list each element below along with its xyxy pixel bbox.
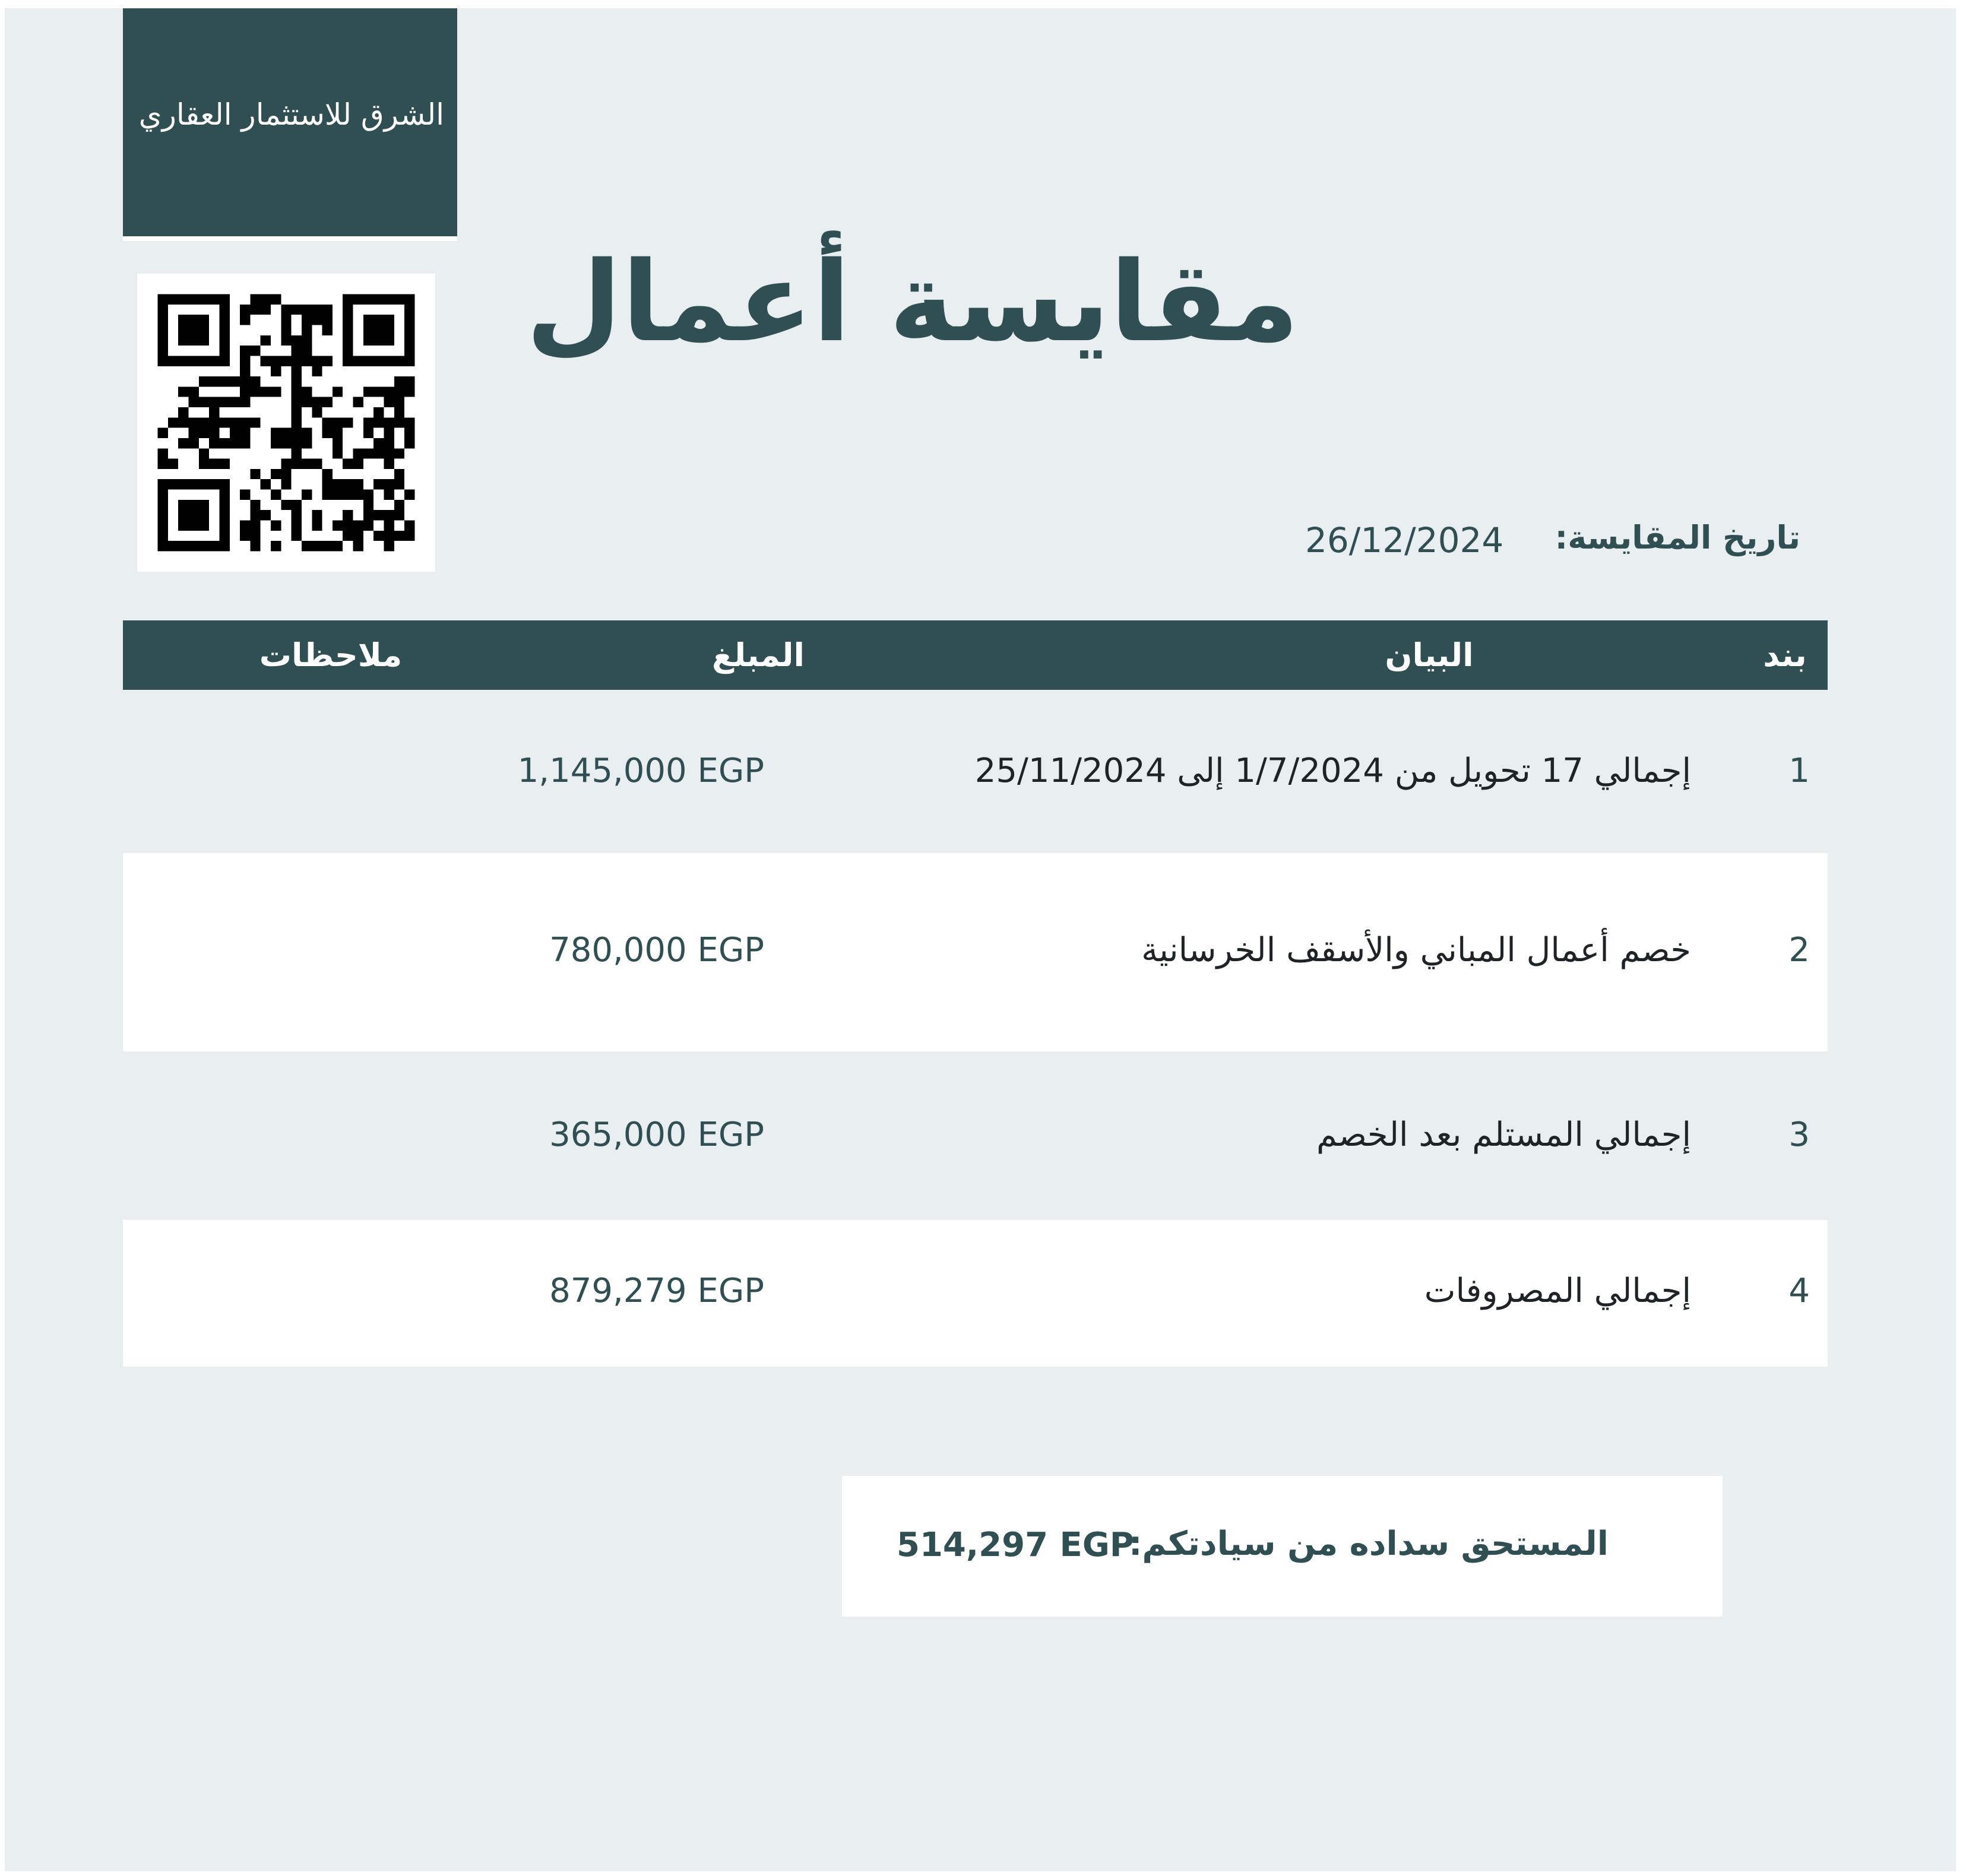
table-row: 2 خصم أعمال المباني والأسقف الخرسانية 78… xyxy=(123,853,1828,1051)
table-row: 4 إجمالي المصروفات 879,279 EGP xyxy=(123,1220,1828,1367)
document-sheet: الشرق للاستثمار العقاري مقايسة أعمال تار… xyxy=(5,8,1956,1871)
row-amount: 879,279 EGP xyxy=(549,1272,764,1310)
row-description: إجمالي 17 تحويل من 1/7/2024 إلى 25/11/20… xyxy=(974,752,1691,790)
row-description: خصم أعمال المباني والأسقف الخرسانية xyxy=(1141,931,1691,969)
row-amount: 780,000 EGP xyxy=(549,931,764,969)
qr-code-icon xyxy=(137,274,435,572)
amount-due-value: 514,297 EGP xyxy=(897,1526,1134,1564)
header-notes: ملاحظات xyxy=(259,636,403,674)
document-title: مقايسة أعمال xyxy=(525,237,1299,366)
company-name: الشرق للاستثمار العقاري xyxy=(138,97,444,132)
table-row: 1 إجمالي 17 تحويل من 1/7/2024 إلى 25/11/… xyxy=(123,690,1828,853)
row-description: إجمالي المستلم بعد الخصم xyxy=(1316,1116,1691,1154)
date-label: تاريخ المقايسة: xyxy=(1555,519,1800,556)
header-amount: المبلغ xyxy=(712,636,805,674)
row-item-number: 4 xyxy=(1788,1272,1810,1310)
table-header: بند البيان المبلغ ملاحظات xyxy=(123,620,1828,690)
row-amount: 1,145,000 EGP xyxy=(517,752,764,790)
row-amount: 365,000 EGP xyxy=(549,1116,764,1154)
header-item: بند xyxy=(1763,636,1807,674)
row-description: إجمالي المصروفات xyxy=(1424,1272,1691,1310)
company-logo-box: الشرق للاستثمار العقاري xyxy=(123,8,457,241)
date-value: 26/12/2024 xyxy=(1305,520,1504,560)
header-description: البيان xyxy=(1385,636,1474,674)
table-row: 3 إجمالي المستلم بعد الخصم 365,000 EGP xyxy=(123,1051,1828,1220)
row-item-number: 3 xyxy=(1788,1116,1810,1154)
amount-due-label: المستحق سداده من سيادتكم: xyxy=(1128,1525,1609,1563)
row-item-number: 2 xyxy=(1788,931,1810,969)
page: الشرق للاستثمار العقاري مقايسة أعمال تار… xyxy=(0,0,1966,1876)
amount-due-box: المستحق سداده من سيادتكم: 514,297 EGP xyxy=(842,1476,1723,1617)
row-item-number: 1 xyxy=(1788,752,1810,790)
